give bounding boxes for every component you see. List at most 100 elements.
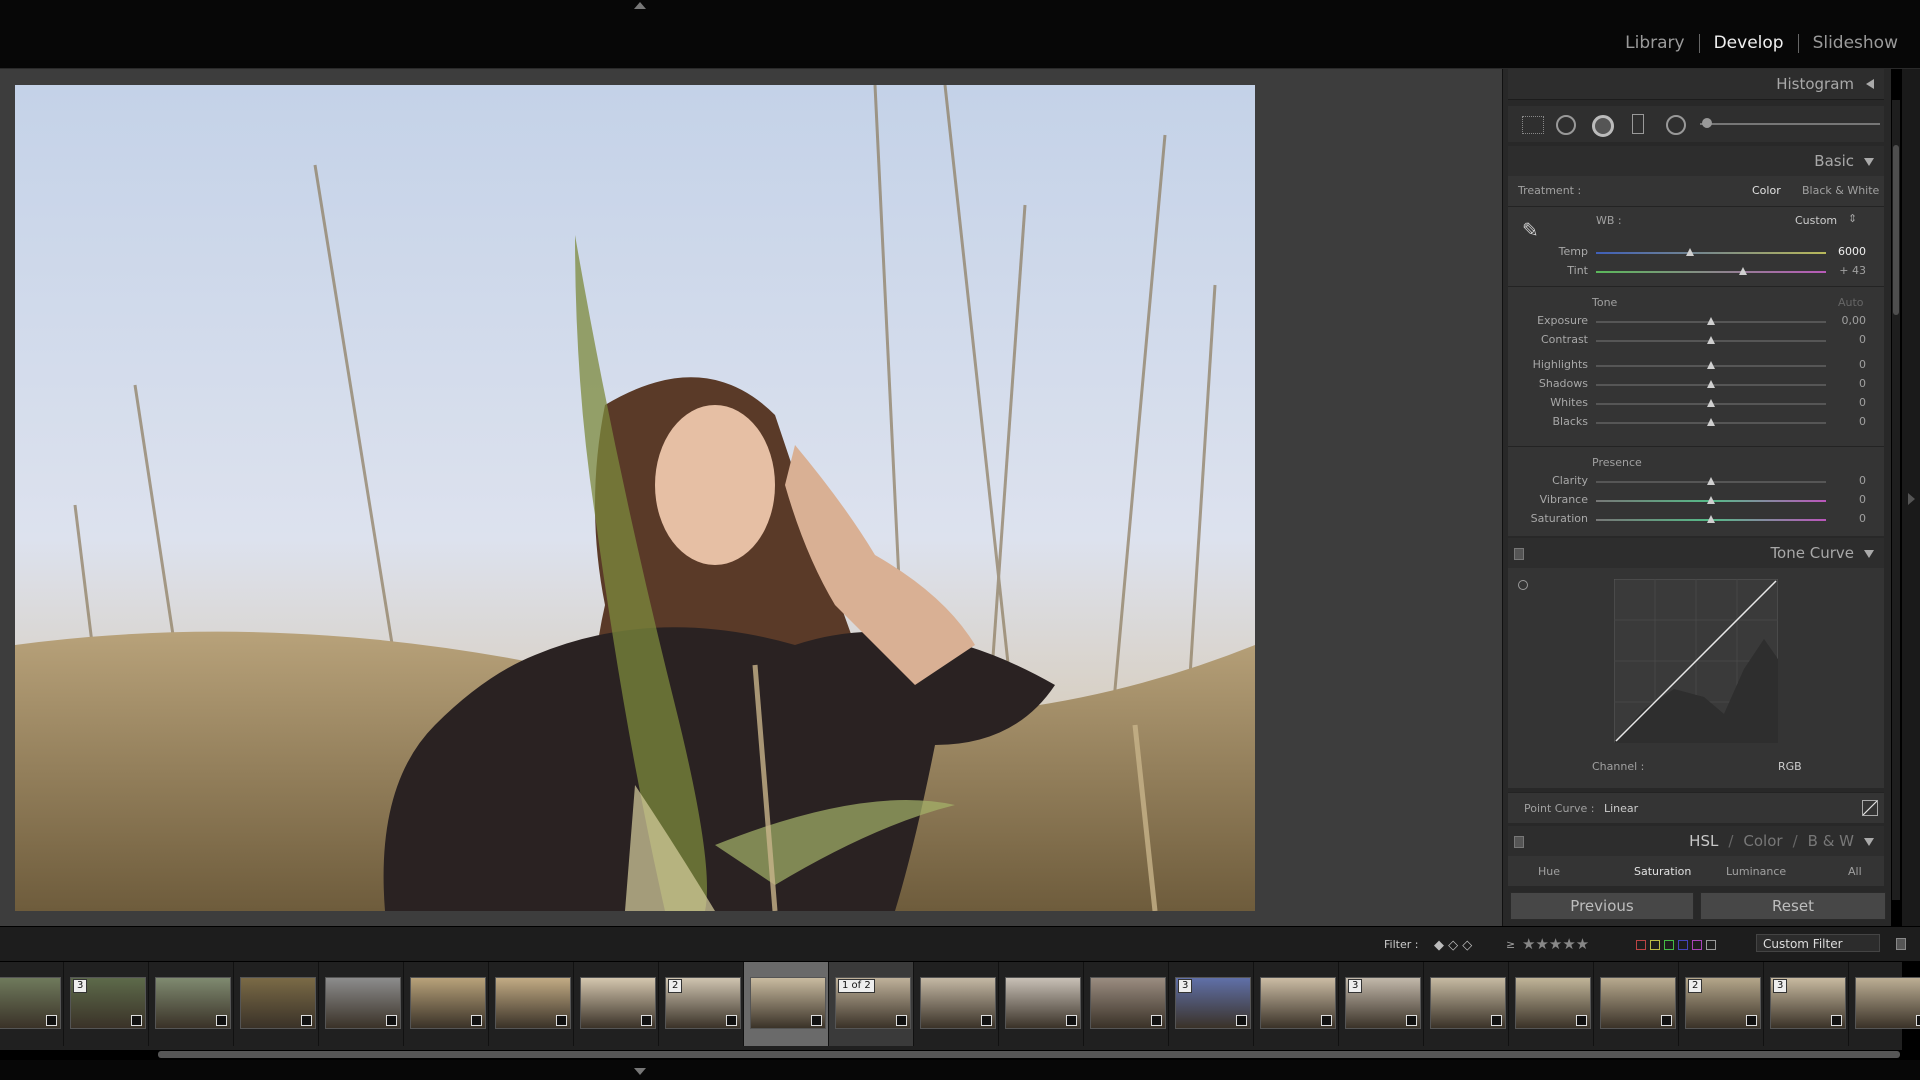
blacks-value[interactable]: 0	[1816, 415, 1866, 428]
auto-button[interactable]: Auto	[1838, 296, 1864, 309]
stack-count-badge[interactable]: 3	[73, 979, 88, 993]
exposure-slider-thumb[interactable]	[1707, 317, 1715, 325]
color-yellow-icon[interactable]	[1650, 940, 1660, 950]
module-library[interactable]: Library	[1625, 33, 1684, 53]
bw-title[interactable]: B & W	[1808, 832, 1854, 850]
color-blue-icon[interactable]	[1678, 940, 1688, 950]
wb-select[interactable]: Custom	[1795, 214, 1837, 227]
spot-removal-icon[interactable]	[1556, 115, 1576, 135]
tint-slider-thumb[interactable]	[1739, 267, 1748, 275]
shadows-slider-thumb[interactable]	[1707, 380, 1715, 388]
filmstrip-thumbnail[interactable]: 2	[1678, 962, 1763, 1046]
saturation-slider-thumb[interactable]	[1707, 515, 1715, 523]
tint-slider[interactable]	[1596, 271, 1826, 273]
temp-value[interactable]: 6000	[1816, 245, 1866, 258]
targeted-adjustment-icon[interactable]	[1518, 580, 1528, 590]
exposure-value[interactable]: 0,00	[1816, 314, 1867, 327]
temp-slider-thumb[interactable]	[1686, 248, 1695, 256]
edit-point-curve-icon[interactable]	[1862, 800, 1878, 816]
adjustment-brush-slider[interactable]	[1700, 123, 1880, 125]
filmstrip-thumbnail[interactable]: 1 of 2	[828, 962, 913, 1046]
bottom-panel-toggle-icon[interactable]	[634, 1068, 646, 1075]
rating-operator[interactable]: ≥	[1506, 938, 1515, 951]
stack-count-badge[interactable]: 1 of 2	[838, 979, 875, 993]
treatment-color-option[interactable]: Color	[1752, 184, 1781, 197]
wb-eyedropper-icon[interactable]: ✎	[1522, 218, 1546, 242]
filmstrip-thumbnail[interactable]	[1848, 962, 1920, 1046]
vibrance-slider-thumb[interactable]	[1707, 496, 1715, 504]
filter-lock-icon[interactable]	[1896, 938, 1906, 950]
highlights-value[interactable]: 0	[1816, 358, 1866, 371]
filmstrip-thumbnail[interactable]: 3	[63, 962, 148, 1046]
stack-count-badge[interactable]: 2	[668, 979, 683, 993]
filmstrip-thumbnail[interactable]: 2	[658, 962, 743, 1046]
panel-switch-icon[interactable]	[1514, 548, 1524, 560]
color-none-icon[interactable]	[1706, 940, 1716, 950]
filmstrip-thumbnail[interactable]	[998, 962, 1083, 1046]
color-red-icon[interactable]	[1636, 940, 1646, 950]
channel-select[interactable]: RGB	[1778, 760, 1802, 773]
color-label-filter[interactable]	[1636, 940, 1716, 950]
filmstrip-thumbnail[interactable]: 3	[1168, 962, 1253, 1046]
treatment-bw-option[interactable]: Black & White	[1802, 184, 1879, 197]
filmstrip-thumbnail[interactable]: 3	[1338, 962, 1423, 1046]
reset-button[interactable]: Reset	[1700, 892, 1886, 920]
whites-value[interactable]: 0	[1816, 396, 1866, 409]
basic-panel-header[interactable]: Basic	[1508, 146, 1884, 177]
histogram-panel-header[interactable]: Histogram	[1508, 69, 1884, 100]
graduated-filter-icon[interactable]	[1632, 114, 1644, 134]
collapse-down-icon[interactable]	[1864, 838, 1874, 846]
stack-count-badge[interactable]: 3	[1348, 979, 1363, 993]
main-photo[interactable]	[15, 85, 1255, 911]
highlights-slider-thumb[interactable]	[1707, 361, 1715, 369]
tint-value[interactable]: + 43	[1816, 264, 1866, 277]
filmstrip-thumbnail[interactable]: 3	[1763, 962, 1848, 1046]
module-slideshow[interactable]: Slideshow	[1813, 33, 1898, 53]
clarity-value[interactable]: 0	[1816, 474, 1866, 487]
right-panel-toggle-icon[interactable]	[1908, 493, 1915, 505]
flag-filter-icon[interactable]: ◆ ◇ ◇	[1434, 938, 1472, 953]
panel-switch-icon[interactable]	[1514, 836, 1524, 848]
stack-count-badge[interactable]: 3	[1773, 979, 1788, 993]
filmstrip-thumbnail[interactable]	[743, 962, 828, 1046]
crop-tool-icon[interactable]	[1522, 116, 1544, 134]
hsl-title[interactable]: HSL	[1689, 832, 1718, 850]
filmstrip-thumbnail[interactable]	[403, 962, 488, 1046]
color-green-icon[interactable]	[1664, 940, 1674, 950]
filmstrip-thumbnail[interactable]	[318, 962, 403, 1046]
vibrance-value[interactable]: 0	[1816, 493, 1866, 506]
hsl-tab-luminance[interactable]: Luminance	[1726, 865, 1786, 878]
contrast-value[interactable]: 0	[1816, 333, 1866, 346]
point-curve-select[interactable]: Linear	[1604, 802, 1638, 815]
hsl-panel-header[interactable]: HSL / Color / B & W	[1508, 826, 1884, 857]
filter-preset-select[interactable]: Custom Filter	[1756, 934, 1880, 952]
saturation-value[interactable]: 0	[1816, 512, 1866, 525]
contrast-slider-thumb[interactable]	[1707, 336, 1715, 344]
color-title[interactable]: Color	[1743, 832, 1782, 850]
filmstrip-scrollbar[interactable]	[158, 1051, 1900, 1058]
filmstrip-thumbnail[interactable]	[1508, 962, 1593, 1046]
hsl-tab-hue[interactable]: Hue	[1538, 865, 1560, 878]
tone-curve-panel-header[interactable]: Tone Curve	[1508, 538, 1884, 569]
shadows-value[interactable]: 0	[1816, 377, 1866, 390]
filmstrip-thumbnail[interactable]	[488, 962, 573, 1046]
filmstrip-thumbnail[interactable]	[1083, 962, 1168, 1046]
clarity-slider-thumb[interactable]	[1707, 477, 1715, 485]
hsl-tab-all[interactable]: All	[1848, 865, 1862, 878]
stack-count-badge[interactable]: 3	[1178, 979, 1193, 993]
top-panel-toggle-icon[interactable]	[634, 2, 646, 9]
blacks-slider-thumb[interactable]	[1707, 418, 1715, 426]
filmstrip-thumbnail[interactable]	[233, 962, 318, 1046]
module-develop[interactable]: Develop	[1714, 33, 1784, 53]
tone-curve-graph[interactable]	[1614, 579, 1778, 743]
radial-filter-icon[interactable]	[1666, 115, 1686, 135]
hsl-tab-saturation[interactable]: Saturation	[1634, 865, 1691, 878]
filmstrip-thumbnail[interactable]	[1423, 962, 1508, 1046]
adjustment-brush-icon[interactable]	[1702, 118, 1712, 128]
previous-button[interactable]: Previous	[1510, 892, 1694, 920]
filmstrip-thumbnail[interactable]	[0, 962, 63, 1046]
whites-slider-thumb[interactable]	[1707, 399, 1715, 407]
filmstrip-thumbnail[interactable]	[1253, 962, 1338, 1046]
color-purple-icon[interactable]	[1692, 940, 1702, 950]
filmstrip-thumbnail[interactable]	[573, 962, 658, 1046]
